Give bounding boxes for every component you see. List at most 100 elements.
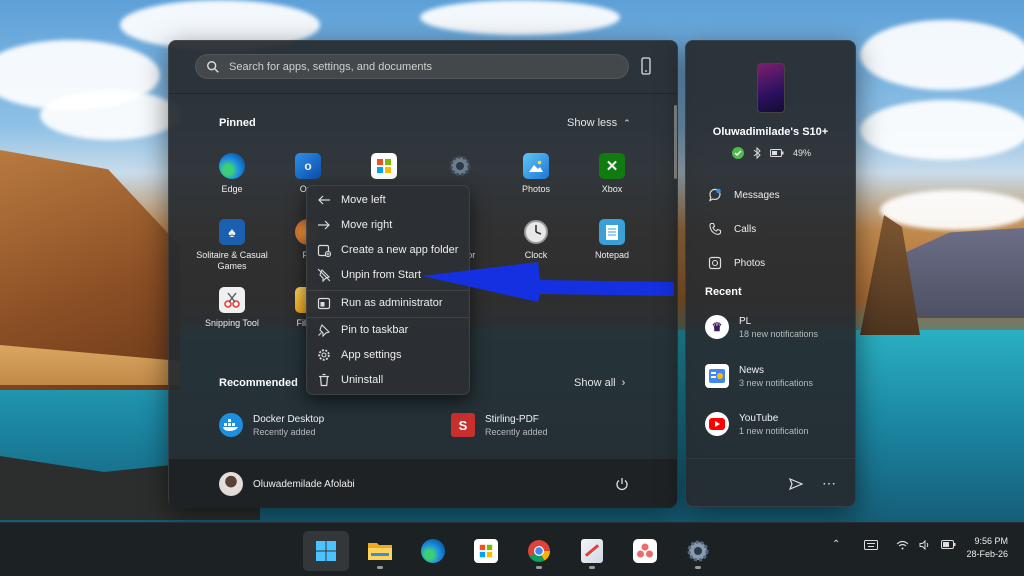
notepad-icon [599,219,625,245]
device-status: 49% [732,147,811,159]
menu-item-move-right[interactable]: Move right [307,213,469,237]
phone-device-image [757,63,785,113]
taskbar: ⌃ 9:56 PM 28-Feb-26 [0,522,1024,576]
xbox-icon: ✕ [599,153,625,179]
start-footer: Oluwademilade Afolabi [169,458,677,508]
keyboard-icon[interactable] [864,539,879,550]
snipping-tool-icon [219,287,245,313]
wifi-icon[interactable] [896,540,909,550]
phone-call-icon [709,222,722,235]
recent-title: Recent [705,286,742,298]
phone-action-photos[interactable]: Photos [708,256,765,270]
chrome-icon [528,540,550,562]
scrollbar[interactable] [674,105,677,179]
store-icon [474,539,498,563]
annotation-arrow-icon [422,262,674,302]
arrow-right-icon [318,220,330,230]
device-name: Oluwadimilade's S10+ [712,126,829,138]
connected-check-icon [732,147,744,159]
battery-icon[interactable] [941,540,956,549]
menu-item-create-app-folder[interactable]: Create a new app folder [307,238,469,262]
pinned-app-store[interactable] [347,153,421,184]
windows-start-icon [316,541,336,561]
stirling-pdf-icon: S [451,413,475,437]
search-input[interactable] [220,60,628,73]
pinned-title: Pinned [219,117,256,129]
settings-icon [447,153,473,179]
pinned-app-clock[interactable]: Clock [499,219,573,261]
notification-news[interactable]: News 3 new notifications [705,364,813,388]
pinned-app-solitaire[interactable]: ♠ Solitaire & Casual Games [195,219,269,272]
menu-item-uninstall[interactable]: Uninstall [307,368,469,392]
chevron-up-icon[interactable]: ⌃ [832,539,840,550]
pinned-app-xbox[interactable]: ✕ Xbox [575,153,649,195]
trash-icon [319,373,329,387]
more-options-icon[interactable]: ⋯ [822,475,837,492]
outlook-icon: o [295,153,321,179]
shield-window-icon [317,297,331,310]
notification-pl[interactable]: ♛ PL 18 new notifications [705,315,818,339]
file-explorer-icon [368,543,392,560]
pinned-app-photos[interactable]: Photos [499,153,573,195]
menu-item-move-left[interactable]: Move left [307,188,469,212]
clock[interactable]: 9:56 PM 28-Feb-26 [960,535,1008,561]
taskbar-settings[interactable] [675,531,721,571]
docker-icon [219,413,243,437]
youtube-icon [705,412,729,436]
taskbar-store[interactable] [463,531,509,571]
battery-icon [770,149,784,157]
notification-youtube[interactable]: YouTube 1 new notification [705,412,809,436]
power-icon[interactable] [615,477,629,491]
user-account-button[interactable]: Oluwademilade Afolabi [219,472,355,496]
pinned-app-edge[interactable]: Edge [195,153,269,195]
clock-icon [523,219,549,245]
recommended-item-stirling-pdf[interactable]: S Stirling-PDF Recently added [451,413,548,437]
store-icon [371,153,397,179]
show-less-button[interactable]: Show less ⌃ [567,117,631,129]
system-tray: ⌃ [832,539,956,550]
taskbar-chrome[interactable] [516,531,562,571]
taskbar-file-explorer[interactable] [357,531,403,571]
solitaire-icon: ♠ [219,219,245,245]
photos-outline-icon [708,256,722,270]
edge-icon [421,539,445,563]
taskbar-start-button[interactable] [303,531,349,571]
show-all-button[interactable]: Show all › [574,377,625,389]
recommended-title: Recommended [219,377,298,389]
chevron-up-icon: ⌃ [623,117,631,128]
pin-icon [318,324,331,337]
messages-icon [709,188,721,202]
taskbar-snipping-tool[interactable] [569,531,615,571]
arrow-left-icon [318,195,330,205]
recommended-item-docker[interactable]: Docker Desktop Recently added [219,413,324,437]
premier-league-icon: ♛ [705,315,729,339]
clock-date: 28-Feb-26 [966,549,1008,559]
pinned-app-settings[interactable] [423,153,497,184]
gear-icon [318,349,330,361]
edge-icon [219,153,245,179]
volume-icon[interactable] [919,539,931,550]
phone-link-panel: Oluwadimilade's S10+ 49% Messages Calls … [685,40,856,507]
phone-action-calls[interactable]: Calls [708,222,756,236]
taskbar-asana[interactable] [622,531,668,571]
new-folder-icon [317,244,331,257]
photos-icon [523,153,549,179]
snipping-tool-icon [581,539,603,563]
pinned-app-snipping-tool[interactable]: Snipping Tool [195,287,269,329]
menu-item-app-settings[interactable]: App settings [307,343,469,367]
taskbar-edge[interactable] [410,531,456,571]
menu-item-pin-to-taskbar[interactable]: Pin to taskbar [307,318,469,342]
phone-action-messages[interactable]: Messages [708,188,780,202]
settings-icon [687,540,709,562]
chevron-right-icon: › [621,377,626,389]
google-news-icon [705,364,729,388]
phone-link-toggle-icon[interactable] [639,57,653,75]
search-icon [207,60,219,73]
unpin-icon [317,268,331,282]
send-icon[interactable] [789,477,803,491]
search-box[interactable] [195,54,629,79]
pinned-app-notepad[interactable]: Notepad [575,219,649,261]
bluetooth-icon [753,147,761,159]
avatar [219,472,243,496]
asana-icon [633,539,657,563]
